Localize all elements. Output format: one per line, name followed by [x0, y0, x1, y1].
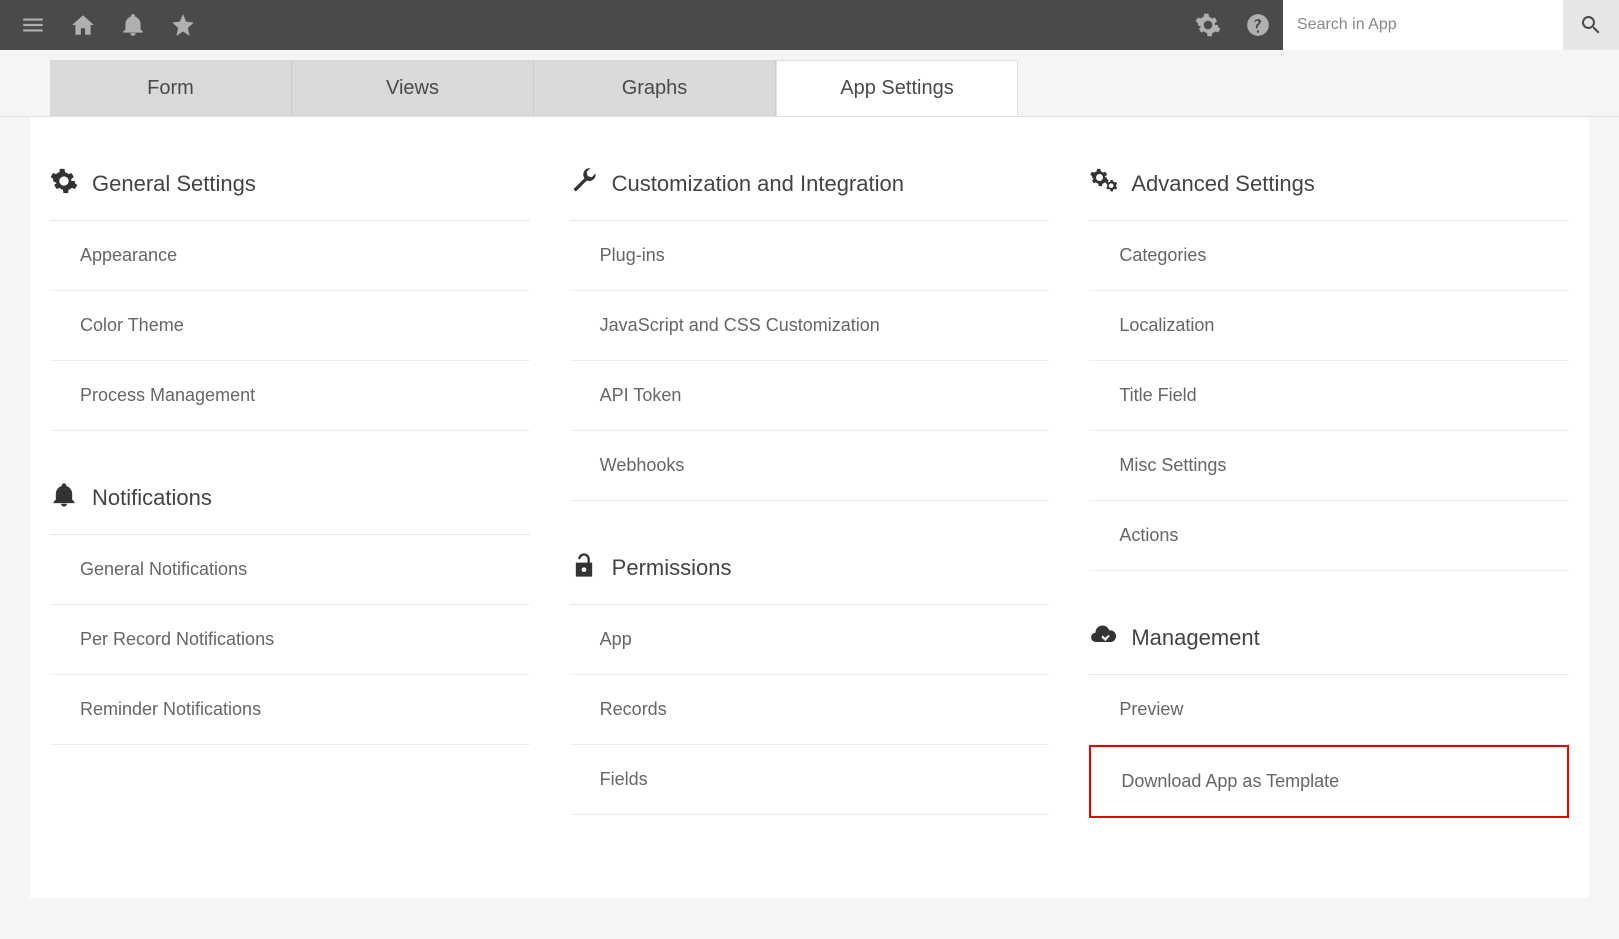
section-title: Customization and Integration	[612, 171, 904, 197]
settings-item-preview[interactable]: Preview	[1089, 675, 1569, 745]
settings-item-title-field[interactable]: Title Field	[1089, 361, 1569, 431]
settings-item-appearance[interactable]: Appearance	[50, 221, 530, 291]
settings-item-plug-ins[interactable]: Plug-ins	[570, 221, 1050, 291]
settings-item-label: Localization	[1119, 315, 1214, 335]
home-icon[interactable]	[58, 0, 108, 50]
settings-item-label: Per Record Notifications	[80, 629, 274, 649]
tab-form[interactable]: Form	[50, 60, 292, 116]
gear-icon[interactable]	[1183, 0, 1233, 50]
gears-icon	[1089, 167, 1117, 200]
settings-item-misc-settings[interactable]: Misc Settings	[1089, 431, 1569, 501]
section-title: Permissions	[612, 555, 732, 581]
wrench-icon	[570, 167, 598, 200]
tab-graphs[interactable]: Graphs	[534, 60, 776, 116]
tab-label: Form	[147, 77, 194, 100]
section-customization-and-integration: Customization and Integration Plug-ins Jav…	[570, 157, 1050, 501]
settings-item-label: Title Field	[1119, 385, 1196, 405]
settings-item-label: Color Theme	[80, 315, 184, 335]
settings-item-fields[interactable]: Fields	[570, 745, 1050, 815]
settings-item-label: Process Management	[80, 385, 255, 405]
settings-item-label: General Notifications	[80, 559, 247, 579]
settings-item-label: Actions	[1119, 525, 1178, 545]
star-icon[interactable]	[158, 0, 208, 50]
settings-item-general-notifications[interactable]: General Notifications	[50, 535, 530, 605]
search-button[interactable]	[1563, 0, 1619, 50]
settings-item-api-token[interactable]: API Token	[570, 361, 1050, 431]
bell-icon	[50, 481, 78, 514]
settings-item-label: Fields	[600, 769, 648, 789]
tab-views[interactable]: Views	[292, 60, 534, 116]
tabs-row: Form Views Graphs App Settings	[0, 60, 1619, 117]
tab-label: App Settings	[840, 77, 953, 100]
settings-content: General Settings Appearance Color Theme Pro…	[30, 117, 1589, 898]
section-header: Notifications	[50, 471, 530, 535]
settings-item-label: Plug-ins	[600, 245, 665, 265]
settings-item-label: App	[600, 629, 632, 649]
settings-item-records[interactable]: Records	[570, 675, 1050, 745]
settings-item-label: Preview	[1119, 699, 1183, 719]
section-title: Management	[1131, 625, 1259, 651]
settings-item-javascript-and-css-customization[interactable]: JavaScript and CSS Customization	[570, 291, 1050, 361]
section-header: Advanced Settings	[1089, 157, 1569, 221]
section-title: General Settings	[92, 171, 256, 197]
settings-column: Customization and Integration Plug-ins Jav…	[570, 157, 1050, 858]
search-input[interactable]	[1283, 0, 1563, 50]
section-advanced-settings: Advanced Settings Categories Localization T…	[1089, 157, 1569, 571]
header-bar	[0, 0, 1619, 50]
tab-label: Graphs	[622, 77, 688, 100]
gear-icon	[50, 167, 78, 200]
settings-item-reminder-notifications[interactable]: Reminder Notifications	[50, 675, 530, 745]
section-header: Management	[1089, 611, 1569, 675]
section-management: Management Preview Download App as Templat…	[1089, 611, 1569, 818]
section-header: General Settings	[50, 157, 530, 221]
settings-item-webhooks[interactable]: Webhooks	[570, 431, 1050, 501]
lock-icon	[570, 551, 598, 584]
settings-item-label: API Token	[600, 385, 682, 405]
settings-column: Advanced Settings Categories Localization T…	[1089, 157, 1569, 858]
settings-item-color-theme[interactable]: Color Theme	[50, 291, 530, 361]
settings-item-label: Records	[600, 699, 667, 719]
section-title: Advanced Settings	[1131, 171, 1314, 197]
settings-item-process-management[interactable]: Process Management	[50, 361, 530, 431]
section-title: Notifications	[92, 485, 212, 511]
tab-label: Views	[386, 77, 439, 100]
settings-item-label: Appearance	[80, 245, 177, 265]
settings-item-download-app-as-template[interactable]: Download App as Template	[1089, 745, 1569, 818]
settings-item-label: Download App as Template	[1121, 771, 1339, 791]
cloud-icon	[1089, 621, 1117, 654]
bell-icon[interactable]	[108, 0, 158, 50]
settings-item-app[interactable]: App	[570, 605, 1050, 675]
settings-item-label: JavaScript and CSS Customization	[600, 315, 880, 335]
settings-column: General Settings Appearance Color Theme Pro…	[50, 157, 530, 858]
help-icon[interactable]	[1233, 0, 1283, 50]
settings-item-label: Misc Settings	[1119, 455, 1226, 475]
section-header: Customization and Integration	[570, 157, 1050, 221]
settings-item-per-record-notifications[interactable]: Per Record Notifications	[50, 605, 530, 675]
section-general-settings: General Settings Appearance Color Theme Pro…	[50, 157, 530, 431]
settings-item-actions[interactable]: Actions	[1089, 501, 1569, 571]
settings-item-localization[interactable]: Localization	[1089, 291, 1569, 361]
section-notifications: Notifications General Notifications Per Re…	[50, 471, 530, 745]
section-header: Permissions	[570, 541, 1050, 605]
settings-item-label: Webhooks	[600, 455, 685, 475]
settings-item-label: Reminder Notifications	[80, 699, 261, 719]
tab-app-settings[interactable]: App Settings	[776, 60, 1018, 116]
menu-icon[interactable]	[8, 0, 58, 50]
settings-item-label: Categories	[1119, 245, 1206, 265]
section-permissions: Permissions App Records Fields	[570, 541, 1050, 815]
settings-item-categories[interactable]: Categories	[1089, 221, 1569, 291]
